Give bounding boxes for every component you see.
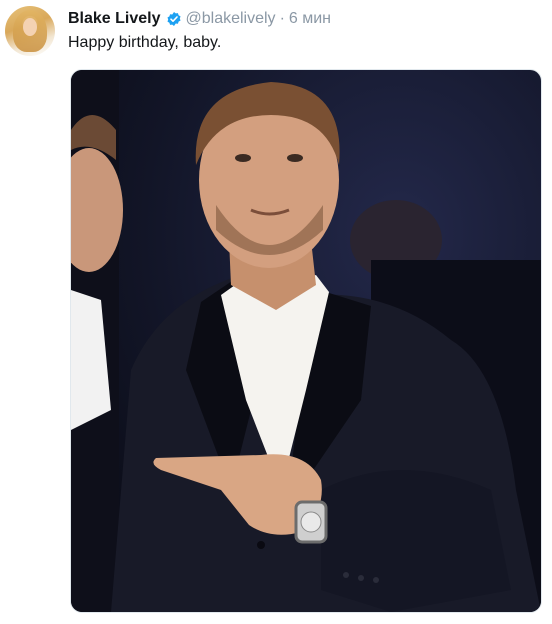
watch-face	[300, 511, 322, 533]
sleeve-button	[373, 577, 379, 583]
author-name[interactable]: Blake Lively	[68, 10, 161, 28]
tweet-photo[interactable]	[70, 69, 542, 613]
tweet-header: Blake Lively @blakelively · 6 мин	[68, 8, 331, 30]
verified-badge-icon	[166, 11, 182, 27]
right-eye	[287, 154, 303, 162]
tweet-card: Blake Lively @blakelively · 6 мин Happy …	[0, 0, 552, 624]
left-eye	[235, 154, 251, 162]
sleeve-button	[358, 575, 364, 581]
tweet-timestamp[interactable]: 6 мин	[289, 10, 331, 28]
avatar[interactable]	[5, 6, 55, 56]
photo-illustration	[71, 70, 541, 612]
separator-dot: ·	[279, 10, 285, 27]
sleeve	[321, 470, 511, 612]
avatar-face	[23, 18, 37, 36]
tweet-text: Happy birthday, baby.	[68, 34, 222, 51]
jacket-button	[257, 541, 265, 549]
sleeve-button	[343, 572, 349, 578]
author-handle[interactable]: @blakelively	[186, 10, 276, 28]
